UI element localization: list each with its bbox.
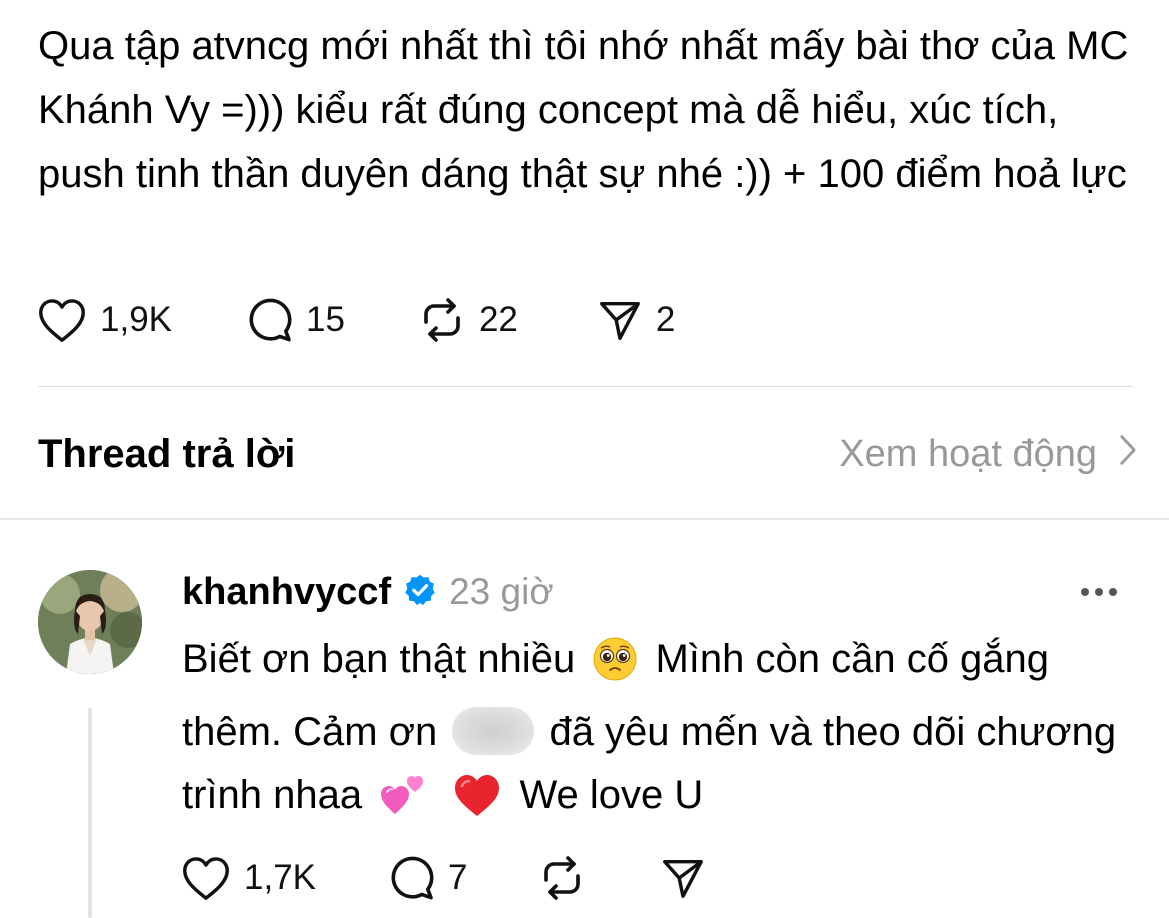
repost-icon xyxy=(537,854,587,902)
send-icon xyxy=(596,297,644,343)
post-text: Qua tập atvncg mới nhất thì tôi nhớ nhất… xyxy=(38,24,1129,196)
heart-icon xyxy=(180,854,232,902)
red-heart-emoji xyxy=(452,772,502,837)
verified-badge-icon xyxy=(403,573,437,612)
two-hearts-emoji xyxy=(379,770,429,837)
reply-comment-button[interactable]: 7 xyxy=(386,854,467,902)
chevron-right-icon xyxy=(1097,433,1137,476)
reply-time: 23 giờ xyxy=(449,571,554,612)
section-divider xyxy=(0,518,1169,520)
share-button[interactable]: 2 xyxy=(596,297,675,343)
see-activity-label: Xem hoạt động xyxy=(839,432,1097,475)
reply-like-count: 1,7K xyxy=(244,858,316,897)
more-dots-icon[interactable] xyxy=(1077,574,1121,610)
reply-share-button[interactable] xyxy=(659,855,707,901)
reply-repost-button[interactable] xyxy=(537,854,587,902)
reply-text-part: We love U xyxy=(519,773,704,817)
username[interactable]: khanhvyccf xyxy=(182,571,391,614)
comment-bubble-icon xyxy=(386,854,436,902)
reply-text: Biết ơn bạn thật nhiều Mình còn cần cố g… xyxy=(182,628,1122,837)
repost-count: 22 xyxy=(478,300,518,339)
repost-icon xyxy=(417,296,467,344)
replies-section-title: Thread trả lời xyxy=(38,432,296,476)
comment-count: 15 xyxy=(306,300,345,339)
like-count: 1,9K xyxy=(100,300,172,339)
pleading-face-emoji xyxy=(592,636,638,701)
divider xyxy=(38,386,1133,387)
reply-header: khanhvyccf 23 giờ xyxy=(182,566,554,618)
comment-button[interactable]: 15 xyxy=(244,296,345,344)
like-button[interactable]: 1,9K xyxy=(36,296,172,344)
see-activity-link[interactable]: Xem hoạt động xyxy=(839,424,1137,484)
reply-action-bar: 1,7K 7 xyxy=(180,850,707,906)
reply-text-part: Biết ơn bạn thật nhiều xyxy=(182,637,576,681)
post-action-bar: 1,9K 15 22 2 xyxy=(36,292,675,348)
reply-like-button[interactable]: 1,7K xyxy=(180,854,316,902)
blurred-mention xyxy=(452,707,535,755)
send-icon xyxy=(659,855,707,901)
heart-icon xyxy=(36,296,88,344)
repost-button[interactable]: 22 xyxy=(417,296,518,344)
thread-line xyxy=(88,708,92,918)
avatar[interactable] xyxy=(38,570,142,674)
comment-bubble-icon xyxy=(244,296,294,344)
share-count: 2 xyxy=(655,300,676,339)
reply-comment-count: 7 xyxy=(448,858,468,897)
